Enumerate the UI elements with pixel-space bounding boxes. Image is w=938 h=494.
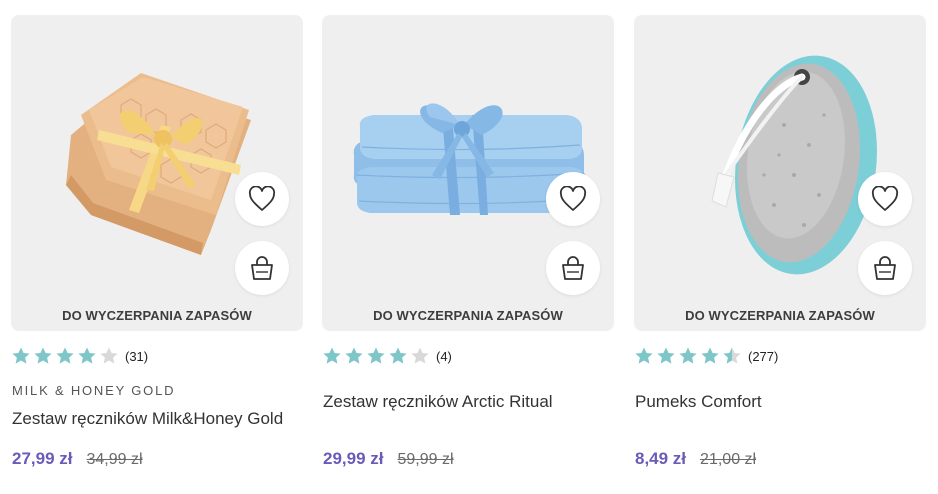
shopping-bag-icon: [251, 256, 273, 280]
star-icon: [635, 347, 653, 364]
rating-stars: [11, 346, 119, 366]
star-icon: [701, 347, 719, 364]
star-icon: [323, 347, 341, 364]
star-icon: [657, 347, 675, 364]
product-image-area[interactable]: DO WYCZERPANIA ZAPASÓW: [322, 15, 614, 331]
stock-badge: DO WYCZERPANIA ZAPASÓW: [373, 308, 563, 323]
rating-count: (4): [436, 348, 452, 364]
old-price: 34,99 zł: [86, 451, 143, 468]
heart-icon: [248, 186, 276, 211]
product-card[interactable]: DO WYCZERPANIA ZAPASÓW (277) Pumeks Comf…: [634, 15, 926, 485]
star-icon: [723, 347, 741, 364]
product-prices: 27,99 zł 34,99 zł: [12, 449, 143, 469]
star-icon: [367, 347, 385, 364]
add-to-cart-button[interactable]: [858, 241, 912, 295]
old-price: 21,00 zł: [700, 451, 757, 468]
star-icon: [12, 347, 30, 364]
star-icon: [389, 347, 407, 364]
add-to-wishlist-button[interactable]: [235, 172, 289, 226]
rating-stars: [634, 346, 742, 366]
product-name[interactable]: Pumeks Comfort: [635, 392, 762, 412]
product-rating: (31): [11, 346, 148, 366]
product-name[interactable]: Zestaw ręczników Milk&Honey Gold: [12, 409, 283, 429]
star-icon: [78, 347, 96, 364]
product-prices: 8,49 zł 21,00 zł: [635, 449, 756, 469]
product-name[interactable]: Zestaw ręczników Arctic Ritual: [323, 392, 553, 412]
old-price: 59,99 zł: [397, 451, 454, 468]
current-price: 29,99 zł: [323, 449, 384, 468]
shopping-bag-icon: [562, 256, 584, 280]
product-card[interactable]: DO WYCZERPANIA ZAPASÓW (4) Zestaw ręczni…: [322, 15, 614, 485]
product-card[interactable]: DO WYCZERPANIA ZAPASÓW (31) MILK & HONEY…: [11, 15, 303, 485]
star-icon: [56, 347, 74, 364]
product-image-area[interactable]: DO WYCZERPANIA ZAPASÓW: [11, 15, 303, 331]
product-rating: (277): [634, 346, 778, 366]
star-icon: [345, 347, 363, 364]
star-icon: [679, 347, 697, 364]
product-image-area[interactable]: DO WYCZERPANIA ZAPASÓW: [634, 15, 926, 331]
product-prices: 29,99 zł 59,99 zł: [323, 449, 454, 469]
add-to-cart-button[interactable]: [546, 241, 600, 295]
star-icon: [100, 347, 118, 364]
star-icon: [34, 347, 52, 364]
product-brand[interactable]: MILK & HONEY GOLD: [12, 383, 175, 398]
product-rating: (4): [322, 346, 452, 366]
current-price: 8,49 zł: [635, 449, 687, 468]
heart-icon: [559, 186, 587, 211]
shopping-bag-icon: [874, 256, 896, 280]
heart-icon: [871, 186, 899, 211]
rating-count: (31): [125, 348, 149, 364]
current-price: 27,99 zł: [12, 449, 73, 468]
rating-stars: [322, 346, 430, 366]
stock-badge: DO WYCZERPANIA ZAPASÓW: [62, 308, 252, 323]
rating-count: (277): [748, 348, 779, 364]
add-to-wishlist-button[interactable]: [546, 172, 600, 226]
stock-badge: DO WYCZERPANIA ZAPASÓW: [685, 308, 875, 323]
star-icon: [411, 347, 429, 364]
add-to-wishlist-button[interactable]: [858, 172, 912, 226]
add-to-cart-button[interactable]: [235, 241, 289, 295]
